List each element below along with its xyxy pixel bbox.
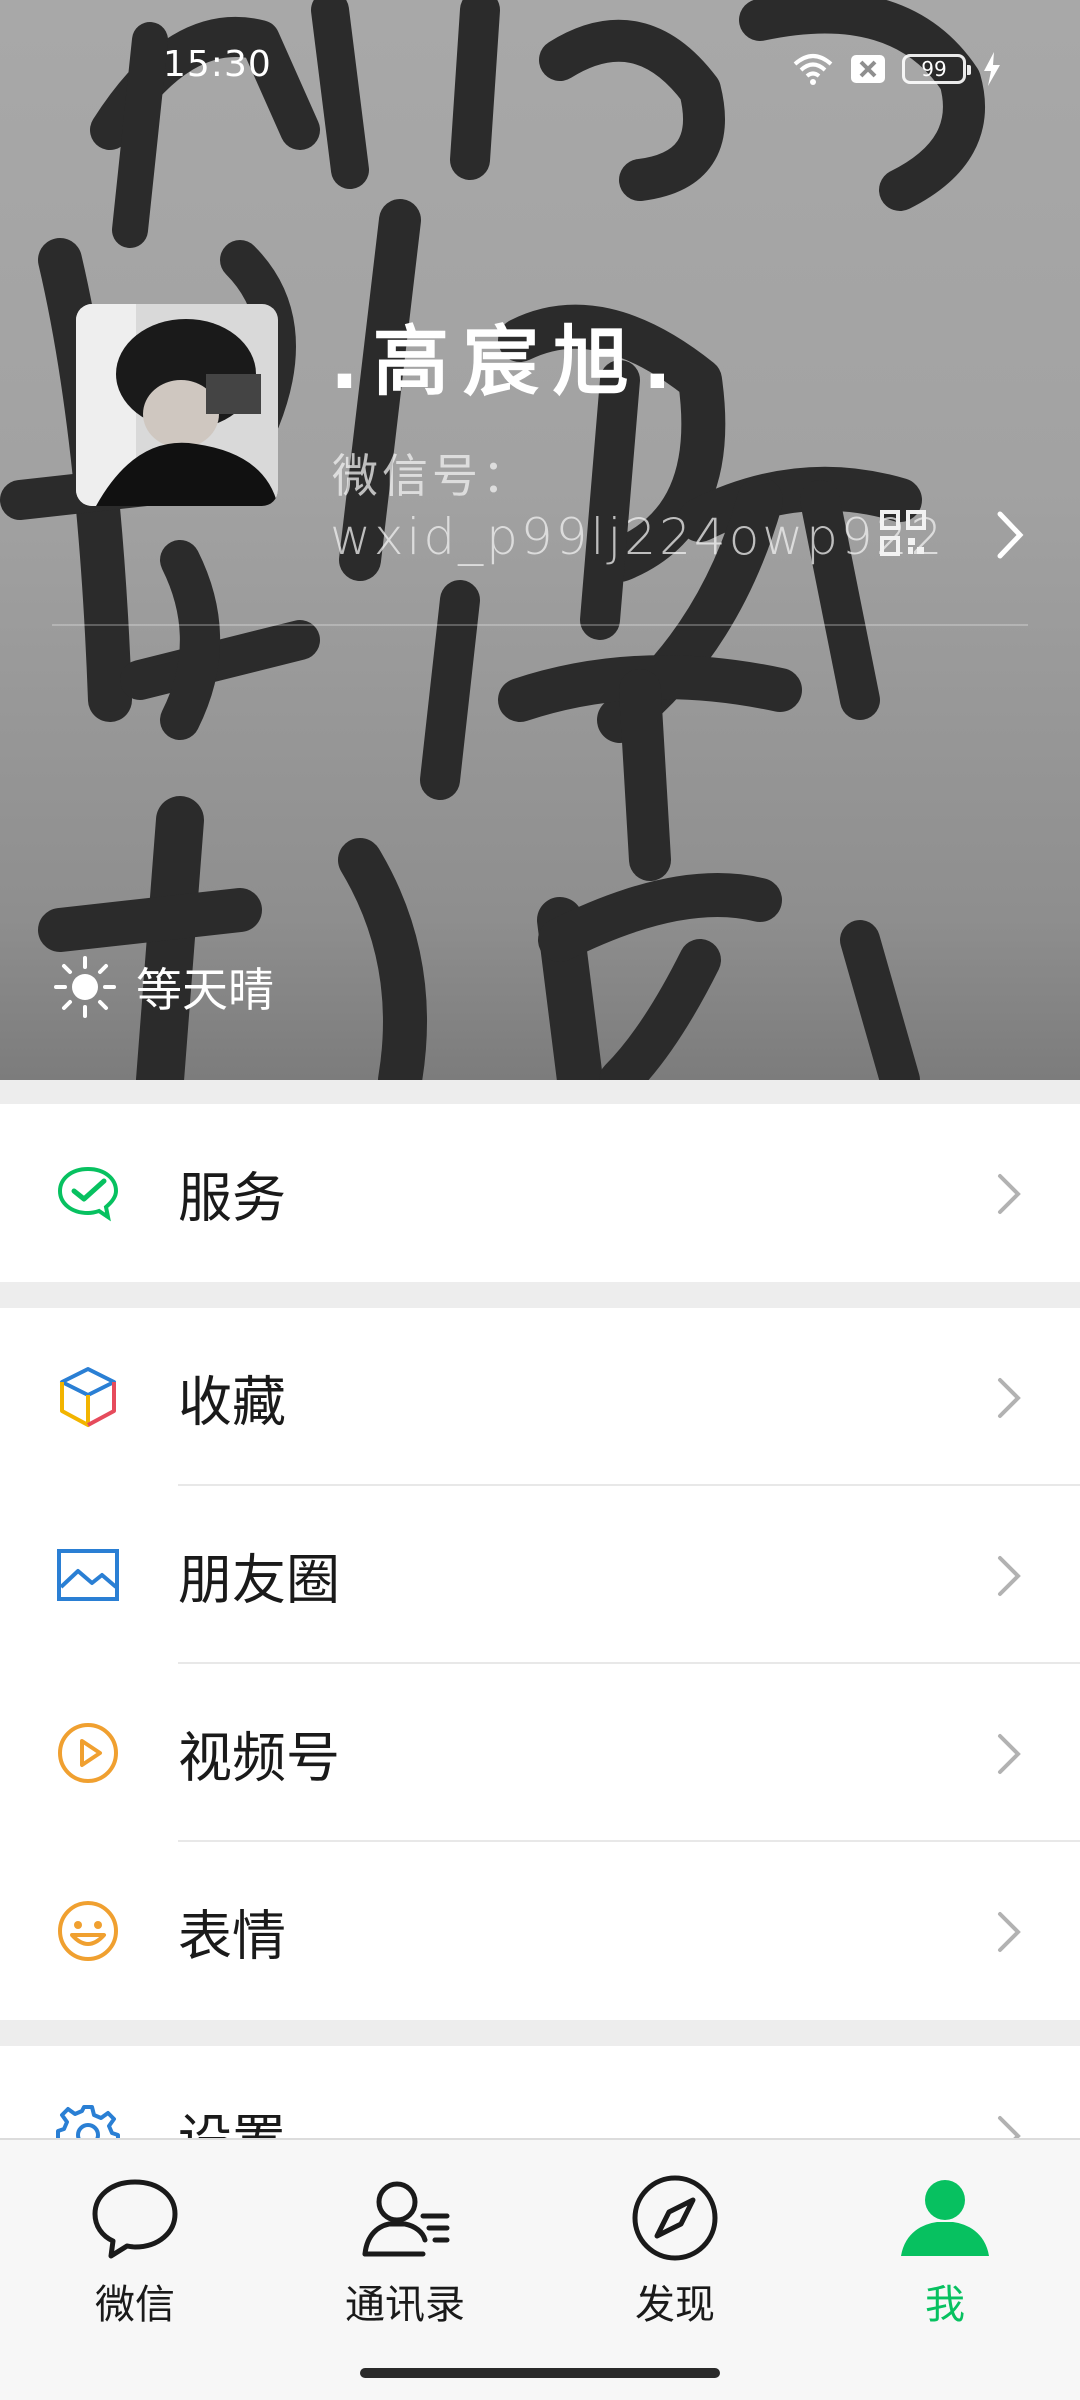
wifi-icon	[793, 54, 833, 85]
sticker-smile-icon	[58, 1901, 118, 1961]
status-icons: 99	[792, 50, 1002, 88]
wechat-id: wxid_p99lj224owp922	[330, 508, 946, 566]
moments-image-icon	[57, 1549, 119, 1601]
tab-contacts[interactable]: 通讯录	[305, 2170, 505, 2330]
channels-play-icon	[58, 1723, 118, 1783]
home-indicator[interactable]	[360, 2368, 720, 2378]
person-icon	[901, 2180, 989, 2256]
battery-icon: 99	[902, 54, 971, 84]
menu-item-settings[interactable]: 设置	[0, 2046, 1080, 2138]
tab-me[interactable]: 我	[845, 2170, 1045, 2330]
favorites-cube-icon	[60, 1367, 116, 1427]
menu-item-label: 服务	[178, 1166, 286, 1230]
tab-discover[interactable]: 发现	[575, 2170, 775, 2330]
avatar[interactable]	[76, 304, 278, 506]
chevron-right-icon	[998, 1556, 1021, 1596]
sim-off-icon	[851, 55, 885, 83]
menu-item-label: 朋友圈	[178, 1548, 340, 1612]
profile-header: 15:30 99 .高宸旭. 微信号： wxid_p99lj224owp922 …	[0, 0, 1080, 1080]
menu-item-label: 收藏	[178, 1370, 286, 1434]
menu-group-service: 服务	[0, 1104, 1080, 1282]
service-icon	[57, 1166, 119, 1222]
charging-icon	[984, 52, 1000, 86]
tab-label: 微信	[95, 2282, 175, 2328]
menu-item-favorites[interactable]: 收藏	[0, 1308, 1080, 1486]
menu-item-label: 视频号	[178, 1726, 340, 1790]
tab-label: 发现	[635, 2282, 715, 2328]
menu-group-settings: 设置	[0, 2046, 1080, 2138]
chevron-right-icon	[998, 1912, 1021, 1952]
tab-label: 通讯录	[345, 2282, 465, 2328]
header-divider	[52, 624, 1028, 626]
menu-item-label: 表情	[178, 1904, 286, 1968]
menu-item-label: 设置	[178, 2096, 286, 2139]
settings-gear-icon	[56, 2105, 120, 2138]
chevron-right-icon	[998, 1174, 1021, 1214]
tab-label: 我	[925, 2282, 965, 2328]
status-row[interactable]: 等天晴	[52, 954, 274, 1020]
profile-chevron-icon[interactable]	[990, 510, 1030, 560]
menu-item-moments[interactable]: 朋友圈	[0, 1486, 1080, 1664]
chevron-right-icon	[998, 2116, 1021, 2138]
menu-item-service[interactable]: 服务	[0, 1104, 1080, 1282]
compass-icon	[632, 2175, 718, 2261]
status-time: 15:30	[163, 44, 272, 85]
avatar-photo	[76, 304, 278, 506]
tab-bar: 微信 通讯录 发现 我	[0, 2138, 1080, 2400]
menu-item-channels[interactable]: 视频号	[0, 1664, 1080, 1842]
menu-item-stickers[interactable]: 表情	[0, 1842, 1080, 2020]
wechat-id-label: 微信号：	[332, 449, 532, 503]
status-bar: 15:30 99	[0, 0, 1080, 140]
chevron-right-icon	[998, 1378, 1021, 1418]
profile-name[interactable]: .高宸旭.	[330, 300, 686, 410]
menu-group-main: 收藏 朋友圈 视频号 表情	[0, 1308, 1080, 2020]
qr-code-icon[interactable]	[880, 510, 926, 556]
contacts-icon	[362, 2181, 450, 2257]
tab-chats[interactable]: 微信	[35, 2170, 235, 2330]
chat-bubble-icon	[92, 2179, 178, 2259]
chevron-right-icon	[998, 1734, 1021, 1774]
status-text: 等天晴	[136, 963, 274, 1017]
sun-icon	[54, 956, 116, 1018]
